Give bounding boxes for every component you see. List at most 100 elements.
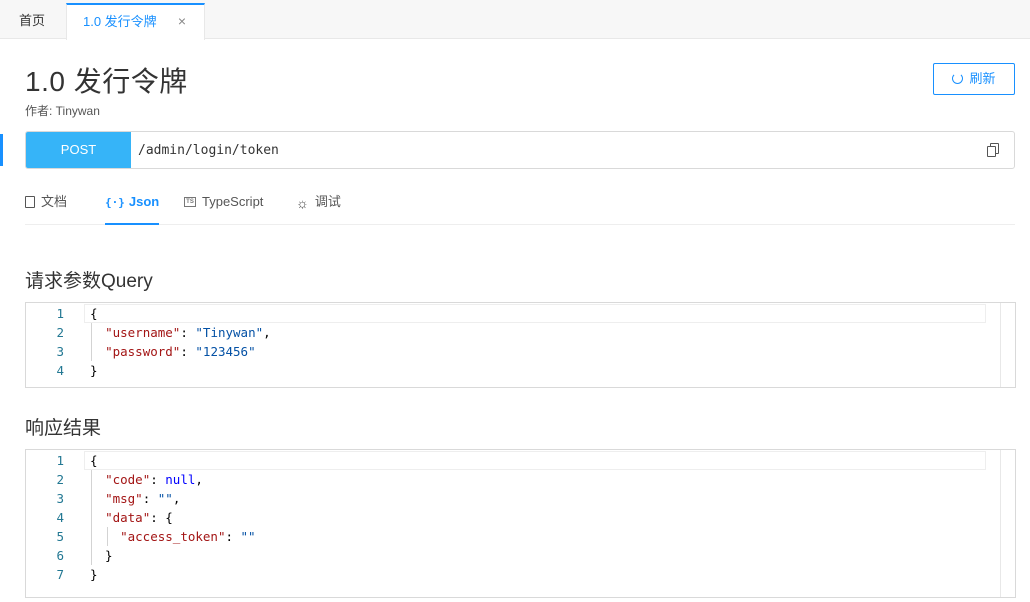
code-token: {	[90, 453, 98, 468]
tab-debug-label: 调试	[314, 194, 341, 209]
code-token: "password"	[105, 344, 181, 359]
tab-issue-token-label: 1.0 发行令牌	[83, 14, 157, 29]
code-token: :	[150, 472, 166, 487]
request-url: /admin/login/token	[138, 143, 279, 158]
line-number: 2	[56, 325, 64, 340]
line-number: 4	[56, 363, 64, 378]
tab-issue-token[interactable]: 1.0 发行令牌 ×	[66, 3, 205, 40]
code-text: }	[90, 546, 113, 565]
code-token: "data"	[105, 510, 151, 525]
response-section-title: 响应结果	[25, 418, 102, 439]
code-token: ""	[240, 529, 256, 544]
code-line: 4}	[26, 361, 1000, 380]
tab-doc-label: 文档	[41, 194, 68, 209]
code-token: }	[90, 567, 98, 582]
editor-scrollbar[interactable]	[1000, 303, 1015, 387]
code-token: "123456"	[195, 344, 256, 359]
query-code-editor[interactable]: 1{2 "username": "Tinywan", 3 "password": …	[25, 302, 1016, 388]
tab-json-label: Json	[128, 194, 160, 209]
line-number: 1	[56, 453, 64, 468]
code-token: ,	[263, 325, 271, 340]
close-icon[interactable]: ×	[178, 5, 186, 38]
code-line: 6 }	[26, 546, 1000, 565]
code-token: "access_token"	[120, 529, 226, 544]
tab-home[interactable]: 首页	[0, 3, 64, 39]
code-text: "msg": "",	[90, 489, 180, 508]
code-token: "Tinywan"	[195, 325, 264, 340]
code-token: "username"	[105, 325, 181, 340]
code-token: }	[90, 548, 113, 563]
tab-bar: 首页 1.0 发行令牌 ×	[0, 0, 1030, 40]
code-line: 4 "data": {	[26, 508, 1000, 527]
tab-typescript-label: TypeScript	[202, 194, 264, 209]
view-tabs: 文档 {·} Json TS TypeScript ☼ 调试	[25, 186, 1015, 225]
line-number: 4	[56, 510, 64, 525]
code-token: : {	[150, 510, 173, 525]
code-text: "username": "Tinywan",	[90, 323, 271, 342]
copy-icon[interactable]	[987, 143, 999, 157]
line-number: 2	[56, 472, 64, 487]
indent-guide	[91, 470, 92, 565]
code-token: "msg"	[105, 491, 143, 506]
refresh-icon	[952, 73, 964, 84]
code-line: 2 "code": null,	[26, 470, 1000, 489]
code-token: ""	[157, 491, 173, 506]
code-line: 5 "access_token": ""	[26, 527, 1000, 546]
code-token: "code"	[105, 472, 151, 487]
line-number: 5	[56, 529, 64, 544]
line-number: 1	[56, 306, 64, 321]
code-token: :	[180, 325, 196, 340]
sidebar-edge-indicator	[0, 134, 3, 166]
line-number: 7	[56, 567, 64, 582]
request-url-bar: POST /admin/login/token	[25, 131, 1015, 169]
code-token: }	[90, 363, 98, 378]
code-text: "data": {	[90, 508, 173, 527]
code-text: {	[90, 304, 98, 323]
page-title: 1.0 发行令牌	[25, 66, 188, 97]
code-token: ,	[195, 472, 203, 487]
line-number: 3	[56, 491, 64, 506]
author-label: 作者: Tinywan	[25, 104, 100, 118]
tab-debug[interactable]: ☼ 调试	[296, 186, 341, 225]
code-token: ,	[172, 491, 181, 506]
code-line: 3 "msg": "",	[26, 489, 1000, 508]
code-text: }	[90, 361, 98, 380]
response-code-editor[interactable]: 1{2 "code": null, 3 "msg": "", 4 "data": {…	[25, 449, 1016, 598]
code-line: 7}	[26, 565, 1000, 584]
bug-icon: ☼	[296, 194, 309, 211]
code-line: 3 "password": "123456"	[26, 342, 1000, 361]
code-line: 2 "username": "Tinywan",	[26, 323, 1000, 342]
code-text: }	[90, 565, 98, 584]
code-token: {	[90, 306, 98, 321]
code-line: 1{	[26, 304, 1000, 323]
tab-json[interactable]: {·} Json	[105, 186, 160, 225]
line-number: 3	[56, 344, 64, 359]
http-method-badge: POST	[26, 132, 131, 168]
code-text: {	[90, 451, 98, 470]
document-icon	[25, 195, 35, 208]
code-token: :	[225, 529, 241, 544]
editor-scrollbar[interactable]	[1000, 450, 1015, 597]
refresh-button[interactable]: 刷新	[933, 63, 1015, 95]
code-text: "password": "123456"	[90, 342, 256, 361]
code-text: "access_token": ""	[90, 527, 256, 546]
tab-typescript[interactable]: TS TypeScript	[184, 186, 263, 225]
line-number: 6	[56, 548, 64, 563]
code-text: "code": null,	[90, 470, 203, 489]
tab-home-label: 首页	[18, 13, 45, 28]
query-section-title: 请求参数Query	[25, 271, 153, 292]
refresh-button-label: 刷新	[969, 71, 996, 86]
code-token: null	[165, 472, 196, 487]
tab-doc[interactable]: 文档	[25, 186, 67, 225]
braces-icon: {·}	[105, 195, 125, 209]
typescript-icon: TS	[184, 196, 196, 207]
code-token: :	[142, 491, 158, 506]
code-token: :	[180, 344, 196, 359]
code-line: 1{	[26, 451, 1000, 470]
